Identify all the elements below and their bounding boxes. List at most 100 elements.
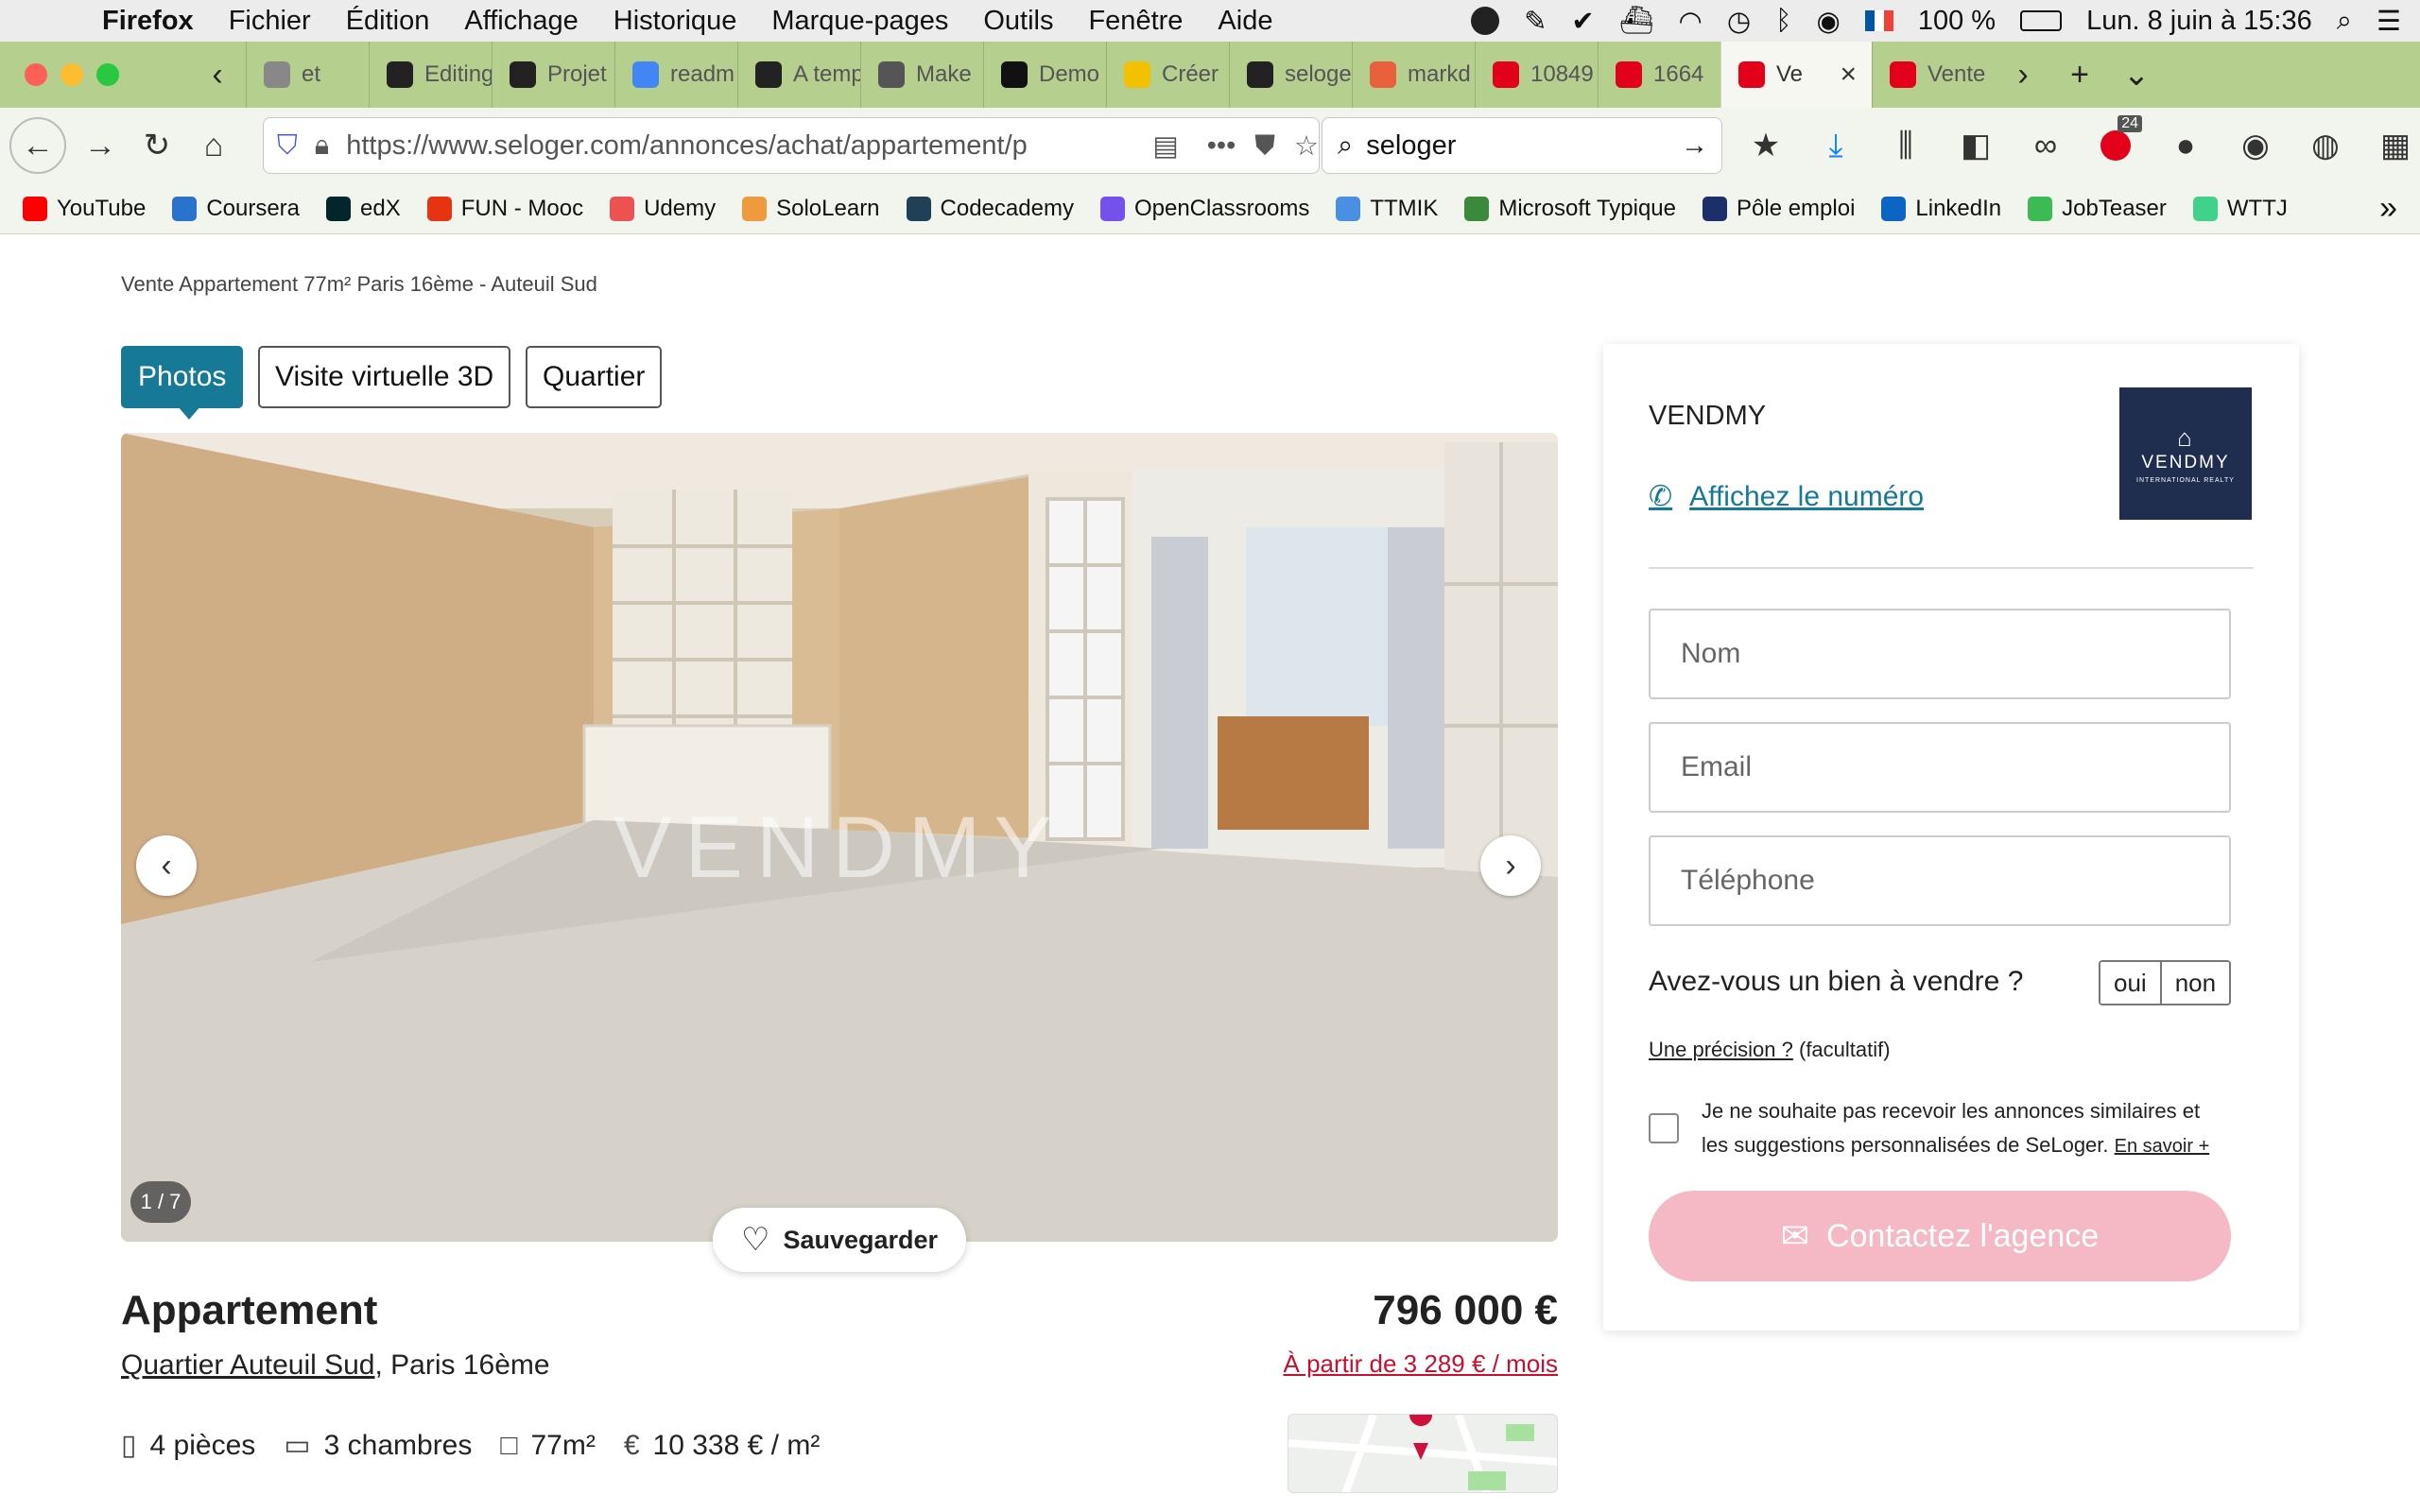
browser-tab[interactable]: Ve ×	[1720, 42, 1872, 108]
bookmark-star-icon[interactable]: ☆	[1294, 129, 1319, 163]
bookmark-item[interactable]: Codecademy	[906, 196, 1074, 222]
close-tab-icon[interactable]: ×	[1840, 59, 1857, 91]
browser-tab[interactable]: seloge	[1229, 42, 1352, 108]
search-go-icon[interactable]: →	[1681, 130, 1708, 162]
browser-tab[interactable]: Demo	[983, 42, 1106, 108]
checkmark-icon[interactable]	[1471, 7, 1500, 35]
time-machine-icon[interactable]: ◷	[1727, 5, 1751, 38]
bookmark-item[interactable]: FUN - Mooc	[426, 196, 583, 222]
name-field[interactable]	[1649, 609, 2231, 699]
menu-edition[interactable]: Édition	[346, 6, 430, 37]
browser-tab[interactable]: Vente	[1872, 42, 1995, 108]
extension-dots-icon[interactable]: ●	[2159, 119, 2212, 172]
browser-tab[interactable]: 1664	[1598, 42, 1720, 108]
mask-icon[interactable]: ∞	[2019, 119, 2072, 172]
close-window-button[interactable]	[25, 63, 47, 86]
learn-more-link[interactable]: En savoir +	[2115, 1136, 2210, 1157]
browser-tab[interactable]: Créer	[1106, 42, 1229, 108]
page-actions-icon[interactable]: •••	[1207, 130, 1236, 162]
phone-field[interactable]	[1649, 835, 2231, 926]
email-field[interactable]	[1649, 722, 2231, 813]
sidebar-icon[interactable]: ◧	[1949, 119, 2002, 172]
monthly-payment-link[interactable]: À partir de 3 289 € / mois	[1284, 1349, 1558, 1379]
back-icon[interactable]: ←	[9, 117, 66, 174]
gift-icon[interactable]: ▦	[2369, 119, 2420, 172]
reload-icon[interactable]: ↻	[130, 119, 183, 172]
bookmark-item[interactable]: YouTube	[23, 196, 146, 222]
browser-tab[interactable]: et	[246, 42, 369, 108]
browser-tab[interactable]: markd	[1352, 42, 1475, 108]
url-bar[interactable]: ⛉ 🔒︎ https://www.seloger.com/annonces/ac…	[263, 117, 1320, 174]
menu-affichage[interactable]: Affichage	[464, 6, 578, 37]
bluetooth-icon[interactable]: ᛒ	[1775, 6, 1791, 37]
clock[interactable]: Lun. 8 juin à 15:36	[2086, 6, 2312, 37]
save-button[interactable]: ♡ Sauvegarder	[713, 1208, 966, 1272]
browser-tab[interactable]: Projet	[492, 42, 614, 108]
new-tab-icon[interactable]: +	[2051, 42, 2108, 108]
tracking-shield-icon[interactable]: ⛉	[277, 130, 298, 162]
optout-checkbox[interactable]	[1649, 1113, 1679, 1143]
browser-tab[interactable]: readm	[614, 42, 737, 108]
bookmark-item[interactable]: edX	[326, 196, 401, 222]
bookmark-item[interactable]: Udemy	[610, 196, 716, 222]
menu-historique[interactable]: Historique	[614, 6, 737, 37]
bookmark-item[interactable]: TTMIK	[1336, 196, 1438, 222]
prev-photo-button[interactable]: ‹	[136, 835, 197, 896]
pin-icon[interactable]: ✎	[1524, 5, 1547, 38]
check-circle-icon[interactable]: ✔	[1571, 5, 1594, 38]
agency-logo[interactable]: ⌂ VENDMY INTERNATIONAL REALTY	[2119, 387, 2252, 520]
bookmark-item[interactable]: Microsoft Typique	[1464, 196, 1676, 222]
bookmark-item[interactable]: WTTJ	[2192, 196, 2288, 222]
reader-view-icon[interactable]: ▤	[1152, 129, 1178, 163]
bookmark-item[interactable]: Coursera	[172, 196, 300, 222]
search-bar[interactable]: ⌕ seloger →	[1322, 117, 1722, 174]
account-icon[interactable]: ◉	[2229, 119, 2282, 172]
downloads-icon[interactable]: ⤓	[1809, 119, 1862, 172]
tab-virtual-tour[interactable]: Visite virtuelle 3D	[258, 346, 511, 408]
menu-outils[interactable]: Outils	[983, 6, 1053, 37]
url-text[interactable]: https://www.seloger.com/annonces/achat/a…	[346, 130, 1143, 162]
bookmarks-overflow-icon[interactable]: »	[2379, 190, 2397, 227]
bookmark-item[interactable]: OpenClassrooms	[1099, 196, 1309, 222]
browser-tab[interactable]: 10849	[1475, 42, 1598, 108]
zoom-window-button[interactable]	[96, 63, 119, 86]
menu-fenetre[interactable]: Fenêtre	[1088, 6, 1183, 37]
tabs-scroll-left-icon[interactable]: ‹	[189, 42, 246, 108]
browser-tab[interactable]: Make	[860, 42, 983, 108]
star-list-icon[interactable]: ★	[1739, 119, 1792, 172]
pocket-icon[interactable]: ⛊	[1254, 130, 1275, 162]
contact-agency-button[interactable]: ✉ Contactez l'agence	[1649, 1191, 2231, 1281]
precision-link[interactable]: Une précision ?	[1649, 1038, 1793, 1061]
library-icon[interactable]: ⫼	[1879, 119, 1932, 172]
photo-gallery[interactable]: VENDMY	[121, 433, 1558, 1242]
adblock-icon[interactable]: 24	[2089, 115, 2142, 172]
bookmark-item[interactable]: Pôle emploi	[1703, 196, 1855, 222]
forward-icon[interactable]: →	[74, 119, 127, 172]
wifi-icon[interactable]: ◉	[1817, 5, 1841, 38]
next-photo-button[interactable]: ›	[1480, 835, 1541, 896]
tab-photos[interactable]: Photos	[121, 346, 244, 420]
menu-aide[interactable]: Aide	[1218, 6, 1272, 37]
neighborhood-link[interactable]: Quartier Auteuil Sud	[121, 1349, 375, 1381]
no-button[interactable]: non	[2159, 962, 2230, 1004]
spotlight-icon[interactable]: ⌕	[2337, 6, 2352, 37]
control-center-icon[interactable]: ☰	[2377, 5, 2401, 38]
docker-icon[interactable]: ⛴	[1619, 5, 1654, 37]
flag-fr-icon[interactable]	[1864, 10, 1893, 31]
tab-quartier[interactable]: Quartier	[526, 346, 663, 408]
battery-percent[interactable]: 100 %	[1918, 6, 1996, 37]
tabs-scroll-right-icon[interactable]: ›	[1995, 42, 2051, 108]
bookmark-item[interactable]: LinkedIn	[1881, 196, 2001, 222]
menu-fichier[interactable]: Fichier	[229, 6, 311, 37]
bookmark-item[interactable]: JobTeaser	[2028, 196, 2167, 222]
minimize-window-button[interactable]	[60, 63, 83, 86]
breadcrumb[interactable]: Vente Appartement 77m² Paris 16ème - Aut…	[121, 272, 597, 297]
lock-icon[interactable]: 🔒︎	[315, 130, 329, 162]
yes-button[interactable]: oui	[2100, 962, 2160, 1004]
tab-list-chevron-icon[interactable]: ⌄	[2108, 42, 2165, 108]
browser-tab[interactable]: Editing	[369, 42, 492, 108]
menu-marque-pages[interactable]: Marque-pages	[771, 6, 948, 37]
browser-tab[interactable]: A temp	[737, 42, 860, 108]
app-menu[interactable]: Firefox	[102, 6, 194, 37]
bookmark-item[interactable]: SoloLearn	[742, 196, 880, 222]
